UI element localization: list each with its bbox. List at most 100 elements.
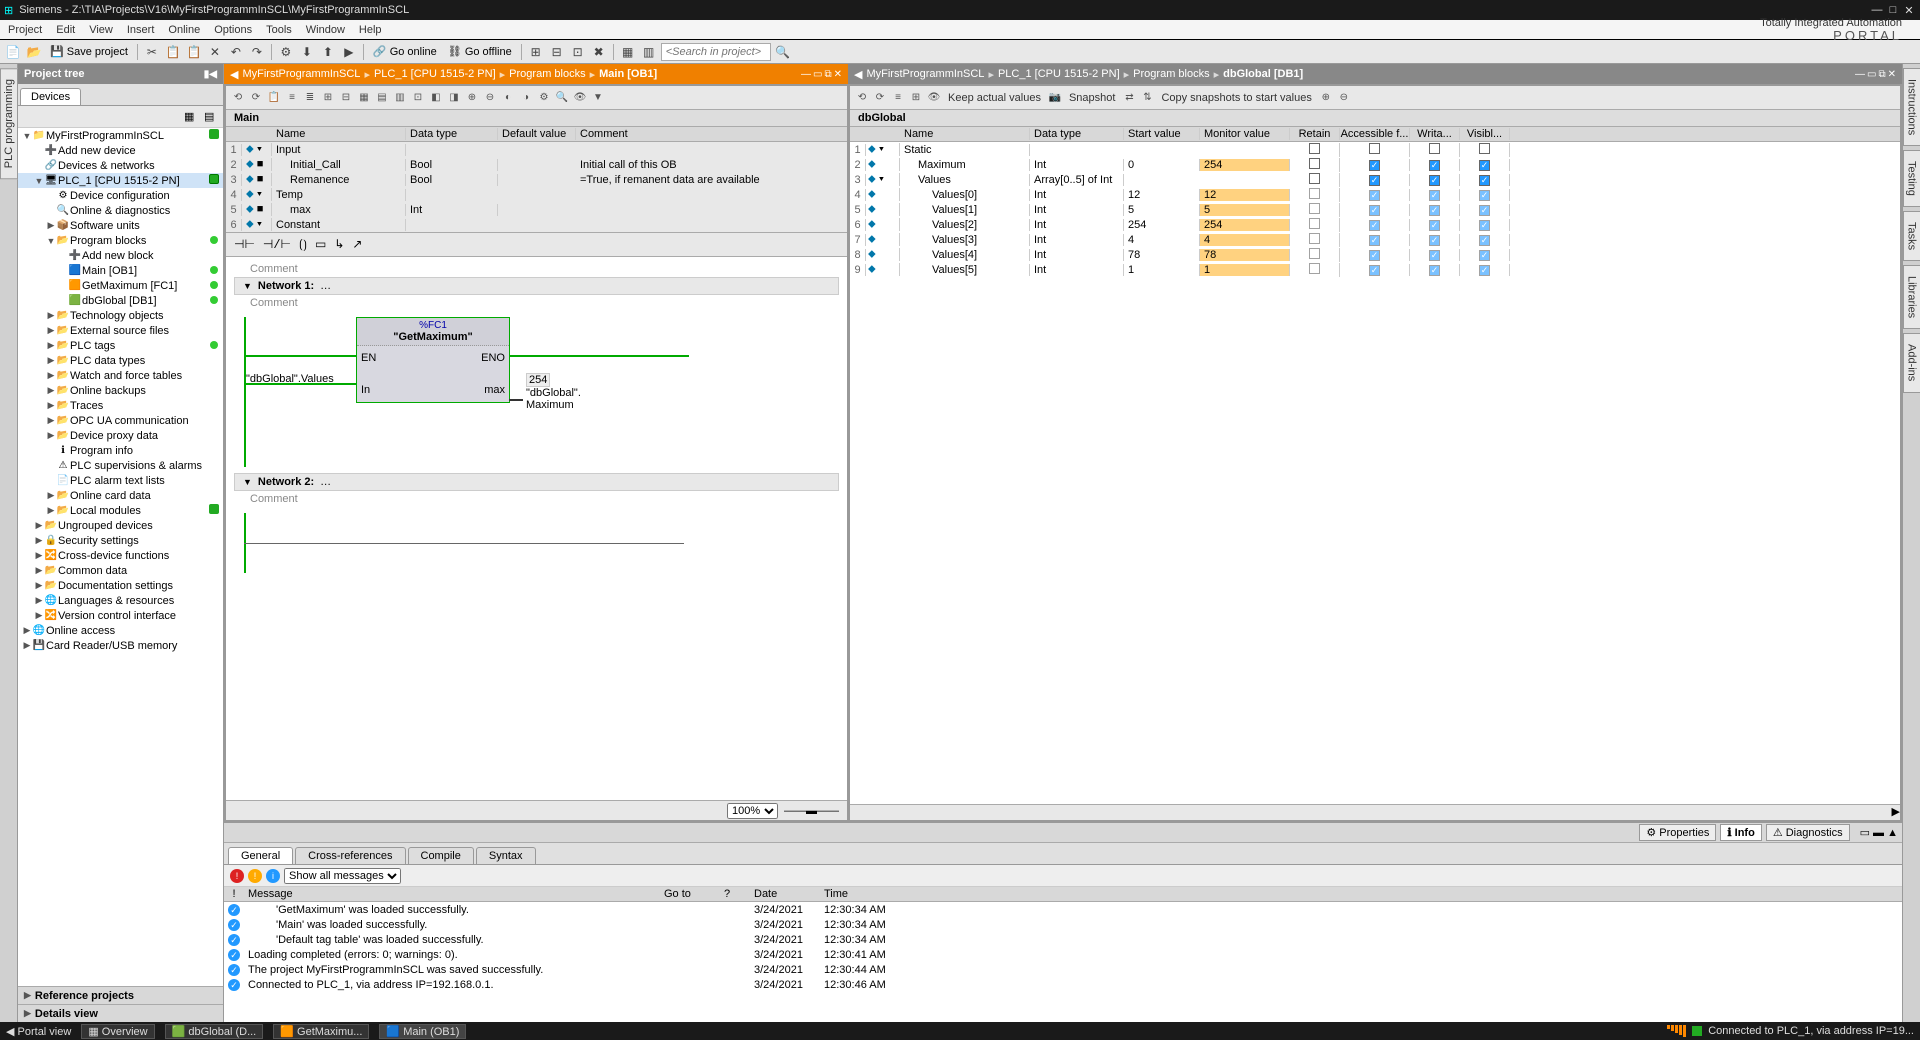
ed-btn[interactable]: ▥: [392, 90, 408, 106]
vtab-addins[interactable]: Add-ins: [1903, 333, 1920, 392]
toolbar-icon[interactable]: ✖: [590, 43, 608, 61]
toolbar-icon[interactable]: ▦: [619, 43, 637, 61]
go-online-button[interactable]: 🔗 Go online: [369, 45, 441, 58]
interface-row[interactable]: 6⬥ ▾Constant: [226, 217, 847, 232]
simulate-icon[interactable]: ▶: [340, 43, 358, 61]
message-row[interactable]: ✓Loading completed (errors: 0; warnings:…: [224, 947, 1902, 962]
tree-item[interactable]: ▶📂OPC UA communication: [18, 413, 223, 428]
tree-item[interactable]: ℹProgram info: [18, 443, 223, 458]
scroll-right-icon[interactable]: ▶: [1892, 805, 1900, 820]
db-row[interactable]: 3⬥ ▾ValuesArray[0..5] of Int: [850, 172, 1900, 187]
tree-item[interactable]: ▶📂Common data: [18, 563, 223, 578]
upload-icon[interactable]: ⬆: [319, 43, 337, 61]
ed-btn[interactable]: 👁: [926, 90, 942, 106]
ed-btn[interactable]: ⟲: [854, 90, 870, 106]
tree-item[interactable]: ▶📂Watch and force tables: [18, 368, 223, 383]
ed-btn[interactable]: ⊖: [1336, 90, 1352, 106]
menu-item[interactable]: View: [89, 24, 113, 36]
interface-row[interactable]: 5⬥ ■maxInt: [226, 202, 847, 217]
no-contact-icon[interactable]: ⊣/⊢: [263, 237, 291, 252]
toolbar-icon[interactable]: ⊡: [569, 43, 587, 61]
ed-btn[interactable]: ◐: [500, 90, 516, 106]
ed-btn[interactable]: ≡: [890, 90, 906, 106]
details-view[interactable]: ▶Details view: [18, 1004, 223, 1022]
tree-item[interactable]: ➕Add new device: [18, 143, 223, 158]
tab-properties[interactable]: ⚙ Properties: [1639, 824, 1716, 841]
vtab-plc-programming[interactable]: PLC programming: [0, 68, 18, 179]
menu-item[interactable]: Window: [306, 24, 345, 36]
tree-item[interactable]: ▶🌐Online access: [18, 623, 223, 638]
vtab-instructions[interactable]: Instructions: [1903, 68, 1920, 146]
tree-item[interactable]: ▶📂Online backups: [18, 383, 223, 398]
portal-view-button[interactable]: ◀ Portal view: [6, 1025, 71, 1038]
ed-btn[interactable]: 👁: [572, 90, 588, 106]
ed-btn[interactable]: ⟲: [230, 90, 246, 106]
jump-icon[interactable]: ↗: [352, 237, 362, 252]
tab-general[interactable]: General: [228, 847, 293, 864]
db-row[interactable]: 4⬥ Values[0]Int1212: [850, 187, 1900, 202]
ed-btn[interactable]: ◨: [446, 90, 462, 106]
message-row[interactable]: ✓'GetMaximum' was loaded successfully.3/…: [224, 902, 1902, 917]
ed-btn[interactable]: ⚙: [536, 90, 552, 106]
vtab-libraries[interactable]: Libraries: [1903, 265, 1920, 329]
interface-row[interactable]: 4⬥ ▾Temp: [226, 187, 847, 202]
tree-item[interactable]: 🟧GetMaximum [FC1]: [18, 278, 223, 293]
tree-item[interactable]: ▶📂Traces: [18, 398, 223, 413]
warn-filter-icon[interactable]: !: [248, 869, 262, 883]
snapshot-icon[interactable]: 📷: [1047, 90, 1063, 106]
ed-btn[interactable]: ⊡: [410, 90, 426, 106]
redo-icon[interactable]: ↷: [248, 43, 266, 61]
ed-btn[interactable]: ▼: [590, 90, 606, 106]
branch-icon[interactable]: ↳: [334, 237, 344, 252]
tree-item[interactable]: 📄PLC alarm text lists: [18, 473, 223, 488]
tree-item[interactable]: ▶🌐Languages & resources: [18, 593, 223, 608]
tree-item[interactable]: ▶📂Local modules: [18, 503, 223, 518]
message-table[interactable]: ! Message Go to ? Date Time ✓'GetMaximum…: [224, 887, 1902, 1022]
toolbar-icon[interactable]: ⊟: [548, 43, 566, 61]
menu-item[interactable]: Project: [8, 24, 42, 36]
db-row[interactable]: 7⬥ Values[3]Int44: [850, 232, 1900, 247]
tree-item[interactable]: ▶📂PLC data types: [18, 353, 223, 368]
db-row[interactable]: 6⬥ Values[2]Int254254: [850, 217, 1900, 232]
tree-tb-icon[interactable]: ▦: [183, 109, 199, 125]
tree-item[interactable]: 🔍Online & diagnostics: [18, 203, 223, 218]
ed-btn[interactable]: ⟳: [872, 90, 888, 106]
go-offline-button[interactable]: ⛓ Go offline: [444, 45, 516, 58]
tree-item[interactable]: ⚠PLC supervisions & alarms: [18, 458, 223, 473]
tree-item[interactable]: ▶📂PLC tags: [18, 338, 223, 353]
info-filter-icon[interactable]: i: [266, 869, 280, 883]
network-2-header[interactable]: ▼Network 2:…: [234, 473, 839, 491]
ed-btn[interactable]: 🔍: [554, 90, 570, 106]
tree-tb-icon[interactable]: ▤: [203, 109, 219, 125]
db-row[interactable]: 5⬥ Values[1]Int55: [850, 202, 1900, 217]
message-row[interactable]: ✓'Default tag table' was loaded successf…: [224, 932, 1902, 947]
collapse-icon[interactable]: ▭ ▬ ▲: [1860, 826, 1898, 839]
tree-item[interactable]: ▼📂Program blocks: [18, 233, 223, 248]
min-icon[interactable]: —: [1855, 69, 1865, 80]
tree-item[interactable]: ▶🔒Security settings: [18, 533, 223, 548]
network-area[interactable]: Comment ▼Network 1:… Comment %FC1 "GetMa…: [226, 257, 847, 800]
tree-item[interactable]: 🔗Devices & networks: [18, 158, 223, 173]
delete-icon[interactable]: ✕: [206, 43, 224, 61]
maximize-button[interactable]: □: [1886, 4, 1900, 17]
menu-item[interactable]: Options: [214, 24, 252, 36]
box-icon[interactable]: ▭: [315, 237, 326, 252]
keep-actual-button[interactable]: Keep actual values: [944, 92, 1045, 104]
minimize-button[interactable]: —: [1870, 4, 1884, 17]
tab-info[interactable]: ℹ Info: [1720, 824, 1761, 841]
tree-item[interactable]: ▶📦Software units: [18, 218, 223, 233]
ed-btn[interactable]: ◧: [428, 90, 444, 106]
reference-projects[interactable]: ▶Reference projects: [18, 986, 223, 1004]
network-1-ladder[interactable]: %FC1 "GetMaximum" EN ENO In max: [244, 317, 839, 467]
network-1-header[interactable]: ▼Network 1:…: [234, 277, 839, 295]
tree-item[interactable]: ▶📂External source files: [18, 323, 223, 338]
tree-item[interactable]: ➕Add new block: [18, 248, 223, 263]
db-row[interactable]: 8⬥ Values[4]Int7878: [850, 247, 1900, 262]
db-table[interactable]: Name Data type Start value Monitor value…: [850, 127, 1900, 804]
interface-row[interactable]: 3⬥ ■RemanenceBool=True, if remanent data…: [226, 172, 847, 187]
search-input[interactable]: [661, 43, 771, 61]
ed-btn[interactable]: ⊕: [464, 90, 480, 106]
function-call-box[interactable]: %FC1 "GetMaximum" EN ENO In max: [356, 317, 510, 403]
db-row[interactable]: 9⬥ Values[5]Int11: [850, 262, 1900, 277]
copy-icon[interactable]: 📋: [164, 43, 182, 61]
